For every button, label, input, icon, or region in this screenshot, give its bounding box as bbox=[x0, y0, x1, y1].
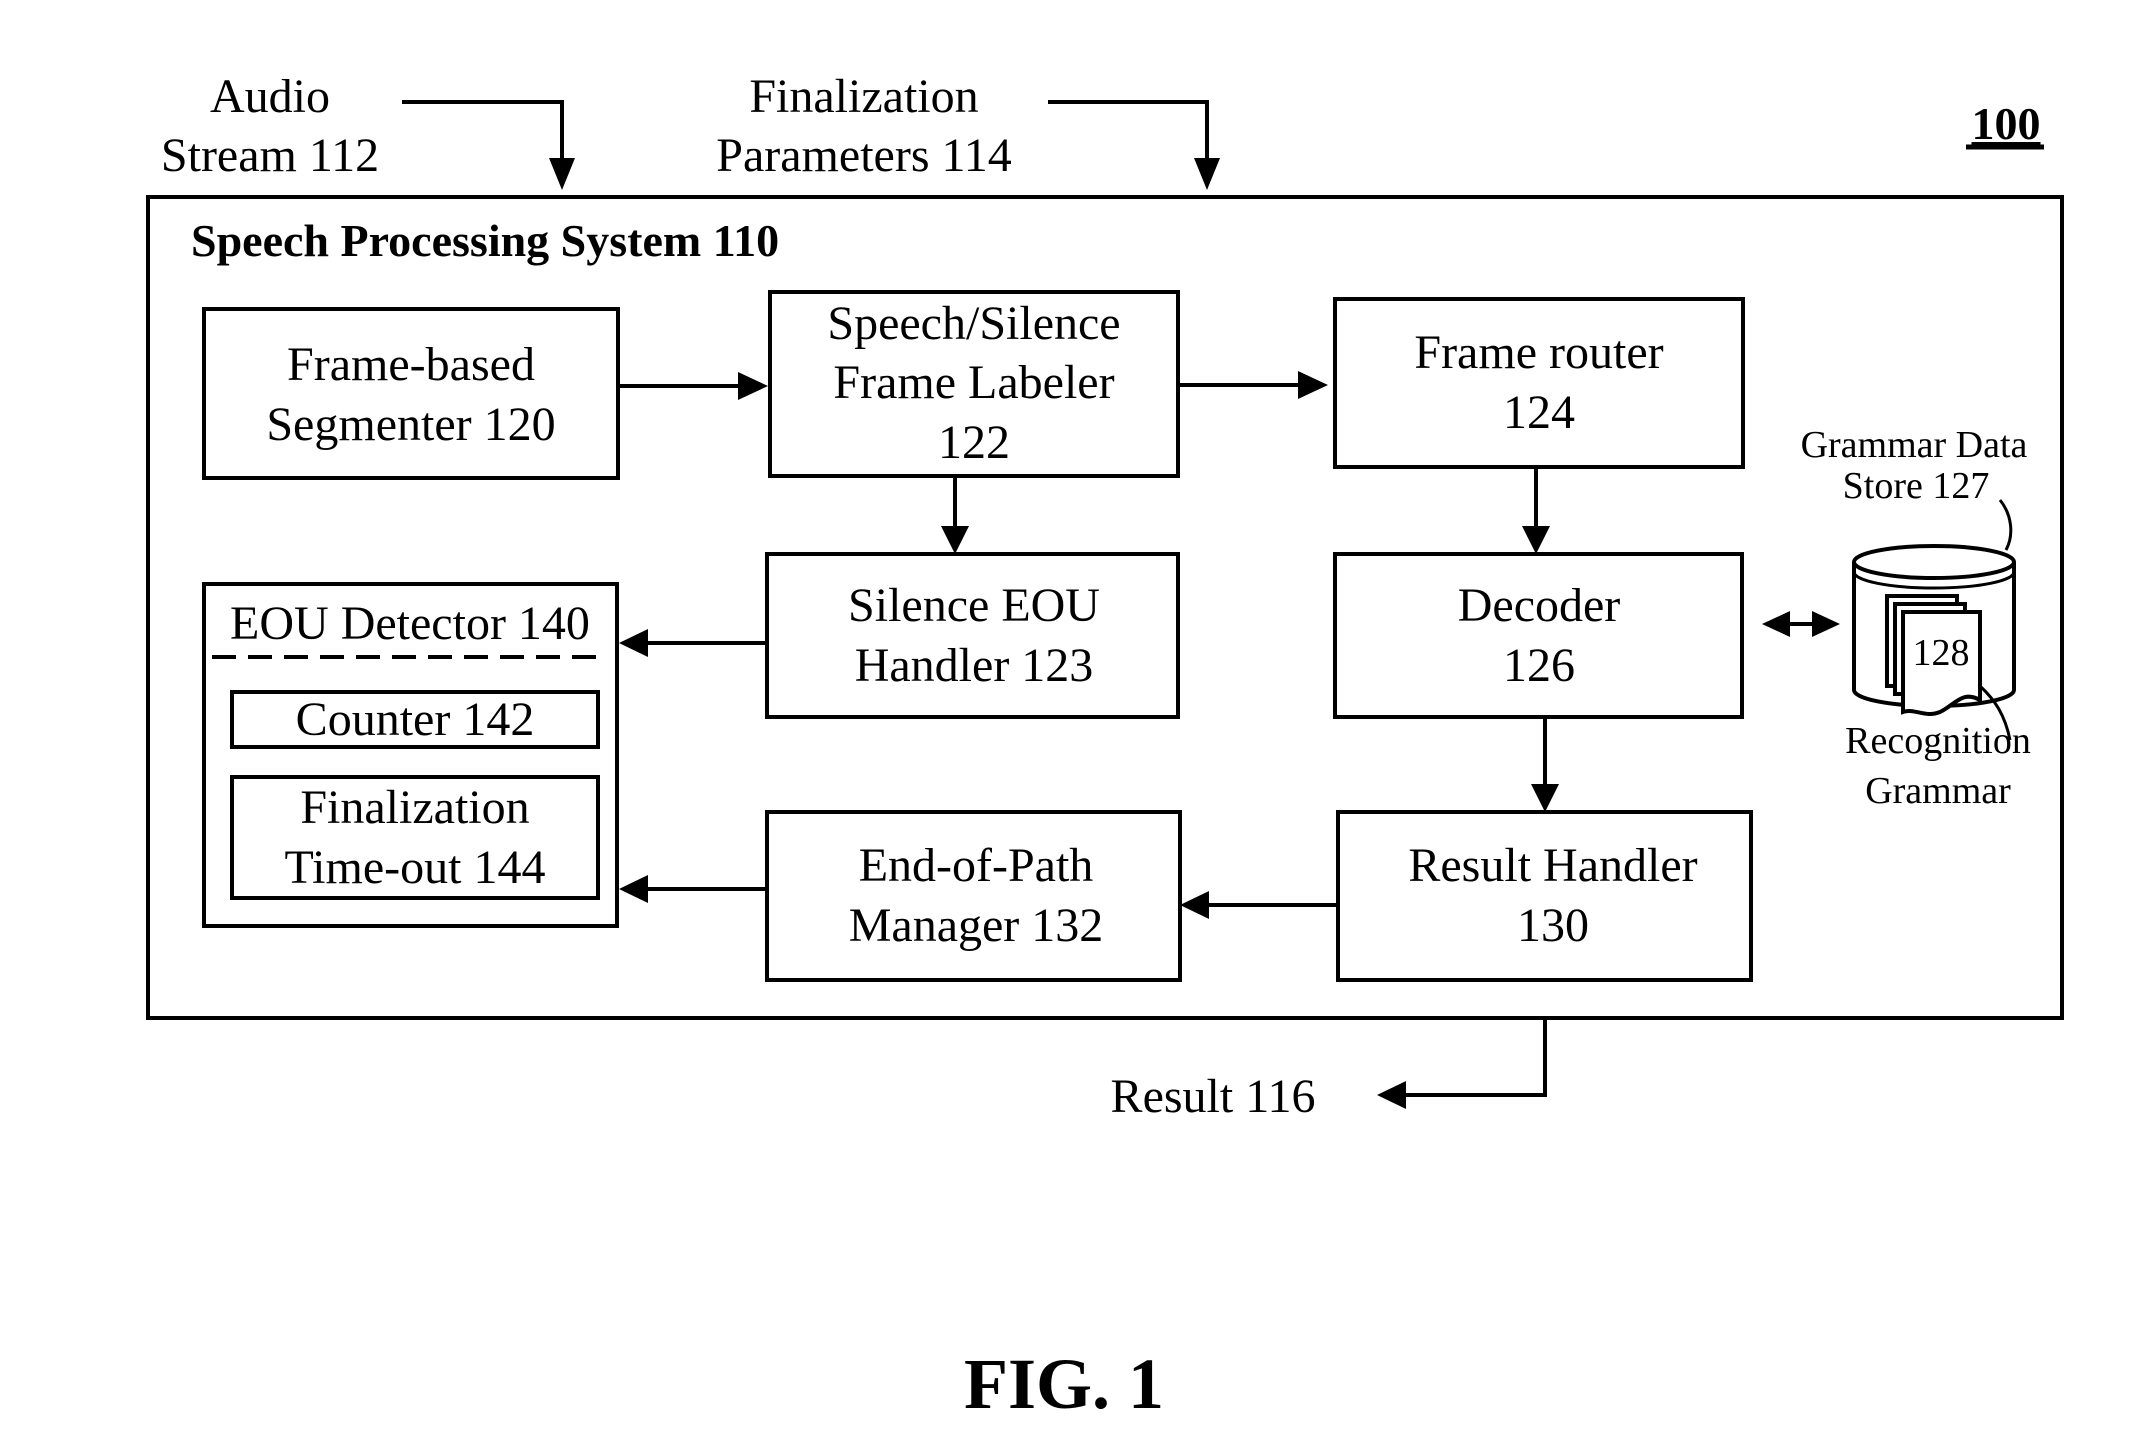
decoder-label-line2: 126 bbox=[1503, 639, 1575, 692]
grammar-label-line2: Grammar bbox=[1865, 770, 2011, 812]
system-title: Speech Processing System 110 bbox=[191, 215, 779, 266]
end-of-path-box bbox=[765, 810, 1182, 982]
figure-reference-number: 100 bbox=[1972, 98, 2041, 149]
finalization-parameters-connector bbox=[1048, 100, 1209, 160]
grammar-label-line1: Recognition bbox=[1845, 720, 2031, 762]
labeler-block: Speech/Silence Frame Labeler 122 bbox=[768, 290, 1180, 478]
eou-detector-title: EOU Detector 140 bbox=[230, 597, 590, 650]
silence-handler-label-line1: Silence EOU bbox=[848, 579, 1100, 632]
segmenter-label-line2: Segmenter 120 bbox=[266, 398, 555, 451]
router-label-line2: 124 bbox=[1503, 386, 1575, 439]
finalization-parameters-label-line2: Parameters 114 bbox=[716, 129, 1011, 182]
finalization-parameters-label-line1: Finalization bbox=[749, 70, 978, 123]
audio-stream-label-line2: Stream 112 bbox=[161, 129, 379, 182]
eou-detector-block: EOU Detector 140 Counter 142 Finalizatio… bbox=[202, 582, 619, 928]
result-output-connector bbox=[1404, 1018, 1547, 1097]
patent-diagram: 100 Audio Stream 112 Finalization Parame… bbox=[146, 70, 2064, 1424]
result-handler-block: Result Handler 130 bbox=[1336, 810, 1753, 982]
timeout-label-line1: Finalization bbox=[300, 781, 529, 834]
arrow-head-down-icon bbox=[1194, 158, 1220, 190]
counter-label: Counter 142 bbox=[296, 693, 535, 746]
data-store-label-line1: Grammar Data bbox=[1801, 424, 2028, 466]
labeler-label-line3: 122 bbox=[938, 416, 1010, 469]
end-of-path-label-line1: End-of-Path bbox=[859, 839, 1094, 892]
finalization-parameters-input: Finalization Parameters 114 bbox=[716, 70, 1220, 190]
result-handler-label-line1: Result Handler bbox=[1408, 839, 1697, 892]
segmenter-box bbox=[202, 307, 620, 480]
timeout-label-line2: Time-out 144 bbox=[285, 841, 546, 894]
arrow-head-down-icon bbox=[549, 158, 575, 190]
end-of-path-block: End-of-Path Manager 132 bbox=[765, 810, 1182, 982]
router-box bbox=[1333, 297, 1745, 469]
router-block: Frame router 124 bbox=[1333, 297, 1745, 469]
grammar-number: 128 bbox=[1913, 632, 1970, 674]
labeler-label-line2: Frame Labeler bbox=[833, 356, 1114, 409]
data-store-label-line2: Store 127 bbox=[1843, 465, 1990, 507]
arrow-head-left-icon bbox=[1377, 1081, 1406, 1109]
result-handler-box bbox=[1336, 810, 1753, 982]
result-output-label: Result 116 bbox=[1111, 1070, 1316, 1123]
segmenter-block: Frame-based Segmenter 120 bbox=[202, 307, 620, 480]
router-label-line1: Frame router bbox=[1414, 326, 1663, 379]
decoder-label-line1: Decoder bbox=[1458, 579, 1621, 632]
result-output: Result 116 bbox=[1111, 1018, 1547, 1123]
decoder-block: Decoder 126 bbox=[1333, 552, 1744, 719]
silence-handler-block: Silence EOU Handler 123 bbox=[765, 552, 1180, 719]
result-handler-label-line2: 130 bbox=[1517, 899, 1589, 952]
audio-stream-input: Audio Stream 112 bbox=[161, 70, 575, 190]
labeler-label-line1: Speech/Silence bbox=[827, 297, 1120, 350]
figure-caption: FIG. 1 bbox=[964, 1344, 1164, 1424]
audio-stream-label-line1: Audio bbox=[210, 70, 330, 123]
end-of-path-label-line2: Manager 132 bbox=[849, 899, 1104, 952]
segmenter-label-line1: Frame-based bbox=[287, 338, 535, 391]
audio-stream-connector bbox=[402, 100, 564, 160]
silence-handler-label-line2: Handler 123 bbox=[855, 639, 1094, 692]
